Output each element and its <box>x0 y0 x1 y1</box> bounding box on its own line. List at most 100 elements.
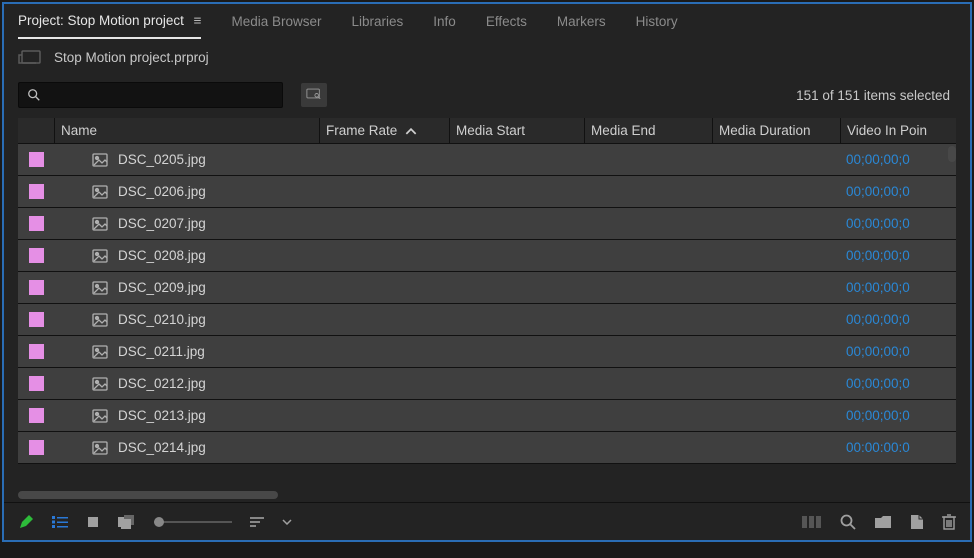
row-label-color <box>29 184 44 199</box>
row-select-cell[interactable] <box>18 408 54 423</box>
row-name-cell[interactable]: DSC_0209.jpg <box>54 280 319 295</box>
trash-icon[interactable] <box>942 514 956 530</box>
col-media-duration[interactable]: Media Duration <box>712 118 840 143</box>
col-video-in-label: Video In Poin <box>847 123 927 138</box>
row-select-cell[interactable] <box>18 344 54 359</box>
tab-project[interactable]: Project: Stop Motion project ≡ <box>18 5 201 39</box>
row-select-cell[interactable] <box>18 216 54 231</box>
row-name-cell[interactable]: DSC_0207.jpg <box>54 216 319 231</box>
row-filename: DSC_0205.jpg <box>118 152 206 167</box>
tab-markers-label: Markers <box>557 14 606 29</box>
tab-effects[interactable]: Effects <box>486 4 527 38</box>
image-file-icon <box>92 345 108 359</box>
automate-sequence-icon[interactable] <box>802 516 822 528</box>
tab-media-browser-label: Media Browser <box>231 14 321 29</box>
row-label-color <box>29 216 44 231</box>
table-row[interactable]: DSC_0213.jpg 00;00;00;0 <box>18 400 956 432</box>
sort-dropdown-icon[interactable] <box>282 519 292 525</box>
row-label-color <box>29 408 44 423</box>
col-video-in[interactable]: Video In Poin <box>840 118 956 143</box>
col-frame-rate-label: Frame Rate <box>326 123 397 138</box>
image-file-icon <box>92 441 108 455</box>
icon-view-icon[interactable] <box>86 515 100 529</box>
tab-history-label: History <box>636 14 678 29</box>
table-row[interactable]: DSC_0214.jpg 00:00:00:0 <box>18 432 956 464</box>
project-header-row: Stop Motion project.prproj <box>4 42 970 72</box>
table-row[interactable]: DSC_0206.jpg00;00;00;0 <box>18 176 956 208</box>
row-video-in: 00;00;00;0 <box>840 216 956 231</box>
row-name-cell[interactable]: DSC_0211.jpg <box>54 344 319 359</box>
new-item-icon[interactable] <box>910 514 924 530</box>
search-row: 151 of 151 items selected <box>4 78 970 112</box>
image-file-icon <box>92 185 108 199</box>
col-frame-rate[interactable]: Frame Rate <box>319 118 449 143</box>
table-row[interactable]: DSC_0209.jpg 00;00;00;0 <box>18 272 956 304</box>
col-media-duration-label: Media Duration <box>719 123 811 138</box>
row-label-color <box>29 248 44 263</box>
row-video-in: 00;00;00;0 <box>840 408 956 423</box>
table-row[interactable]: DSC_0212.jpg00;00;00;0 <box>18 368 956 400</box>
row-select-cell[interactable] <box>18 312 54 327</box>
row-name-cell[interactable]: DSC_0214.jpg <box>54 440 319 455</box>
freeform-view-icon[interactable] <box>118 515 136 529</box>
row-name-cell[interactable]: DSC_0213.jpg <box>54 408 319 423</box>
panel-menu-icon[interactable]: ≡ <box>190 13 202 28</box>
table-body[interactable]: DSC_0205.jpg00;00;00;0DSC_0206.jpg00;00;… <box>18 144 956 500</box>
find-bin-icon[interactable] <box>301 83 327 107</box>
tab-history[interactable]: History <box>636 4 678 38</box>
tab-project-label: Project: Stop Motion project <box>18 13 184 28</box>
tab-markers[interactable]: Markers <box>557 4 606 38</box>
row-name-cell[interactable]: DSC_0212.jpg <box>54 376 319 391</box>
row-filename: DSC_0209.jpg <box>118 280 206 295</box>
vertical-scrollbar[interactable] <box>946 144 956 500</box>
list-view-icon[interactable] <box>52 516 68 528</box>
col-media-start[interactable]: Media Start <box>449 118 584 143</box>
col-select-spacer <box>18 118 54 143</box>
image-file-icon <box>92 313 108 327</box>
sort-menu-icon[interactable] <box>250 517 264 527</box>
zoom-slider[interactable] <box>154 521 232 523</box>
row-video-in: 00:00:00:0 <box>840 440 956 455</box>
table-row[interactable]: DSC_0210.jpg00;00;00;0 <box>18 304 956 336</box>
col-media-start-label: Media Start <box>456 123 525 138</box>
col-name[interactable]: Name <box>54 118 319 143</box>
row-select-cell[interactable] <box>18 440 54 455</box>
horizontal-scrollbar-thumb[interactable] <box>18 491 278 499</box>
table-row[interactable]: DSC_0208.jpg00;00;00;0 <box>18 240 956 272</box>
row-select-cell[interactable] <box>18 248 54 263</box>
table-header: Name Frame Rate Media Start Media End Me… <box>18 118 956 144</box>
table-row[interactable]: DSC_0211.jpg00;00;00;0 <box>18 336 956 368</box>
row-select-cell[interactable] <box>18 280 54 295</box>
row-name-cell[interactable]: DSC_0208.jpg <box>54 248 319 263</box>
footer-toolbar <box>4 502 970 540</box>
vertical-scrollbar-thumb[interactable] <box>948 146 956 162</box>
bin-nav-icon[interactable] <box>18 49 42 65</box>
find-icon[interactable] <box>840 514 856 530</box>
project-filename: Stop Motion project.prproj <box>54 50 209 65</box>
search-input[interactable] <box>18 82 283 108</box>
row-select-cell[interactable] <box>18 152 54 167</box>
new-bin-icon[interactable] <box>874 515 892 529</box>
table-row[interactable]: DSC_0207.jpg 00;00;00;0 <box>18 208 956 240</box>
image-file-icon <box>92 153 108 167</box>
tab-media-browser[interactable]: Media Browser <box>231 4 321 38</box>
row-label-color <box>29 376 44 391</box>
image-file-icon <box>92 377 108 391</box>
row-filename: DSC_0213.jpg <box>118 408 206 423</box>
row-name-cell[interactable]: DSC_0205.jpg <box>54 152 319 167</box>
row-video-in: 00;00;00;0 <box>840 280 956 295</box>
row-name-cell[interactable]: DSC_0206.jpg <box>54 184 319 199</box>
row-select-cell[interactable] <box>18 184 54 199</box>
project-panel: Project: Stop Motion project ≡ Media Bro… <box>2 2 972 542</box>
row-label-color <box>29 440 44 455</box>
write-toggle-icon[interactable] <box>18 514 34 530</box>
row-filename: DSC_0212.jpg <box>118 376 206 391</box>
tab-libraries[interactable]: Libraries <box>352 4 404 38</box>
col-media-end[interactable]: Media End <box>584 118 712 143</box>
tab-info[interactable]: Info <box>433 4 456 38</box>
row-name-cell[interactable]: DSC_0210.jpg <box>54 312 319 327</box>
row-select-cell[interactable] <box>18 376 54 391</box>
row-label-color <box>29 312 44 327</box>
horizontal-scrollbar[interactable] <box>18 490 956 500</box>
table-row[interactable]: DSC_0205.jpg00;00;00;0 <box>18 144 956 176</box>
